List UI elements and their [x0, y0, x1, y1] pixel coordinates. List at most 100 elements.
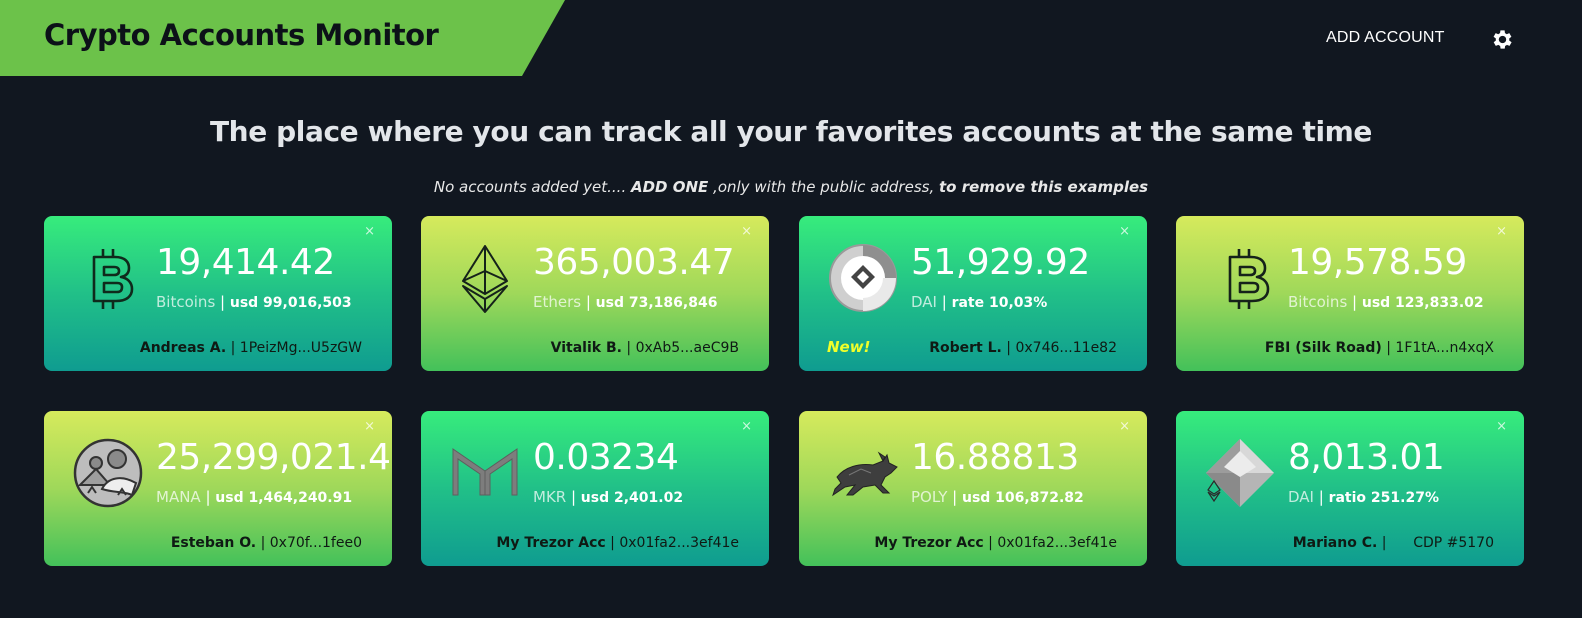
- rate-value: rate 10,03%: [951, 295, 1048, 311]
- account-address: 0x01fa2...3ef41e: [997, 535, 1117, 551]
- fiat-value: usd 106,872.82: [961, 490, 1084, 506]
- account-owner: Vitalik B. | 0xAb5...aeC9B: [551, 340, 739, 356]
- balance-amount: 365,003.47: [533, 242, 735, 283]
- maker-icon: [452, 448, 518, 496]
- app-title[interactable]: Crypto Accounts Monitor: [44, 18, 439, 52]
- page-headline: The place where you can track all your f…: [209, 115, 1373, 148]
- balance-detail: MANA | usd 1,464,240.91: [156, 488, 352, 506]
- balance-detail: MKR | usd 2,401.02: [533, 488, 683, 506]
- currency-unit: MANA: [156, 488, 201, 506]
- empty-state-middle: ,only with the public address,: [708, 178, 939, 196]
- close-icon[interactable]: ×: [741, 420, 752, 433]
- ratio-value: ratio 251.27%: [1328, 490, 1439, 506]
- fiat-value: usd 123,833.02: [1361, 295, 1484, 311]
- separator: |: [947, 488, 962, 506]
- fiat-value: usd 1,464,240.91: [215, 490, 353, 506]
- separator: |: [1347, 293, 1362, 311]
- account-card[interactable]: × 19,578.59 Bitcoins | usd 123,833.02 FB…: [1176, 216, 1524, 371]
- owner-name: Robert L.: [929, 340, 1002, 356]
- add-one-link[interactable]: ADD ONE: [631, 178, 708, 196]
- balance-amount: 25,299,021.4: [156, 437, 391, 478]
- account-owner: My Trezor Acc | 0x01fa2...3ef41e: [874, 535, 1117, 551]
- new-badge: New!: [827, 338, 871, 356]
- fiat-value: usd 73,186,846: [595, 295, 718, 311]
- fiat-value: usd 2,401.02: [580, 490, 684, 506]
- balance-amount: 0.03234: [533, 437, 679, 478]
- remove-examples-text: to remove this examples: [939, 178, 1149, 196]
- separator: |: [1313, 488, 1329, 506]
- balance-detail: POLY | usd 106,872.82: [911, 488, 1084, 506]
- currency-unit: MKR: [533, 488, 567, 506]
- close-icon[interactable]: ×: [1119, 420, 1130, 433]
- owner-name: My Trezor Acc: [496, 535, 606, 551]
- owner-separator: |: [1001, 340, 1016, 356]
- account-owner: Robert L. | 0x746...11e82: [929, 340, 1117, 356]
- account-owner: FBI (Silk Road) | 1F1tA...n4xqX: [1265, 340, 1494, 356]
- close-icon[interactable]: ×: [1119, 225, 1130, 238]
- owner-name: Esteban O.: [170, 535, 257, 551]
- bitcoin-icon: [92, 249, 134, 309]
- owner-separator: |: [1381, 340, 1396, 356]
- close-icon[interactable]: ×: [1496, 420, 1507, 433]
- separator: |: [200, 488, 216, 506]
- balance-amount: 19,414.42: [156, 242, 335, 283]
- balance-amount: 16.88813: [911, 437, 1079, 478]
- balance-amount: 51,929.92: [911, 242, 1090, 283]
- account-card[interactable]: × 16.88813 POLY | usd 106,872.82 My Trez…: [799, 411, 1147, 566]
- fiat-value: usd 99,016,503: [229, 295, 352, 311]
- polymath-bull-icon: [832, 451, 898, 497]
- balance-amount: 19,578.59: [1288, 242, 1467, 283]
- currency-unit: Ethers: [533, 293, 582, 311]
- account-card[interactable]: × 8,013.01 DAI | ratio 251.27% Mariano C…: [1176, 411, 1524, 566]
- account-address: 0xAb5...aeC9B: [635, 340, 739, 356]
- balance-detail: Bitcoins | usd 99,016,503: [156, 293, 352, 311]
- account-card[interactable]: × 19,414.42 Bitcoins | usd 99,016,503 An…: [44, 216, 392, 371]
- empty-state-prefix: No accounts added yet....: [433, 178, 631, 196]
- owner-name: My Trezor Acc: [874, 535, 984, 551]
- owner-separator: |: [621, 340, 636, 356]
- account-address: 0x01fa2...3ef41e: [619, 535, 739, 551]
- account-address: 0x70f...1fee0: [269, 535, 362, 551]
- account-owner: Andreas A. | 1PeizMg...U5zGW: [140, 340, 362, 356]
- separator: |: [566, 488, 581, 506]
- currency-unit: DAI: [1288, 488, 1314, 506]
- account-address: 1PeizMg...U5zGW: [239, 340, 362, 356]
- add-account-button[interactable]: ADD ACCOUNT: [1326, 29, 1445, 47]
- separator: |: [581, 293, 596, 311]
- balance-amount: 8,013.01: [1288, 437, 1445, 478]
- bitcoin-icon: [1228, 249, 1270, 309]
- ethereum-icon: [462, 245, 508, 313]
- currency-unit: DAI: [911, 293, 937, 311]
- owner-separator: |: [256, 535, 270, 551]
- dai-savings-icon: [829, 244, 897, 312]
- cdp-id: CDP #5170: [1413, 535, 1494, 551]
- owner-separator: |: [605, 535, 620, 551]
- balance-detail: DAI | rate 10,03%: [911, 293, 1047, 311]
- close-icon[interactable]: ×: [1496, 225, 1507, 238]
- owner-name: FBI (Silk Road): [1264, 340, 1382, 356]
- account-card[interactable]: × 51,929.92 DAI | rate 10,03% New! Rober…: [799, 216, 1147, 371]
- cdp-diamond-icon: [1206, 439, 1274, 507]
- account-card[interactable]: × 0.03234 MKR | usd 2,401.02 My Trezor A…: [421, 411, 769, 566]
- separator: |: [215, 293, 230, 311]
- owner-name: Vitalik B.: [550, 340, 622, 356]
- account-owner: My Trezor Acc | 0x01fa2...3ef41e: [496, 535, 739, 551]
- account-owner: Mariano C. | CDP #5170: [1293, 535, 1494, 551]
- close-icon[interactable]: ×: [364, 225, 375, 238]
- close-icon[interactable]: ×: [741, 225, 752, 238]
- balance-detail: DAI | ratio 251.27%: [1288, 488, 1439, 506]
- close-icon[interactable]: ×: [364, 420, 375, 433]
- currency-unit: Bitcoins: [1288, 293, 1348, 311]
- owner-separator: |: [226, 340, 240, 356]
- decentraland-icon: [73, 438, 143, 508]
- account-card[interactable]: × 25,299,021.4 MANA | usd 1,464,240.91 E…: [44, 411, 392, 566]
- owner-separator: |: [1377, 535, 1414, 551]
- top-bar: Crypto Accounts Monitor ADD ACCOUNT: [0, 0, 1582, 76]
- account-address: 0x746...11e82: [1015, 340, 1117, 356]
- empty-state-message: No accounts added yet.... ADD ONE ,only …: [0, 178, 1582, 196]
- owner-name: Andreas A.: [139, 340, 227, 356]
- owner-name: Mariano C.: [1292, 535, 1378, 551]
- gear-icon[interactable]: [1489, 27, 1514, 52]
- separator: |: [936, 293, 952, 311]
- account-card[interactable]: × 365,003.47 Ethers | usd 73,186,846 Vit…: [421, 216, 769, 371]
